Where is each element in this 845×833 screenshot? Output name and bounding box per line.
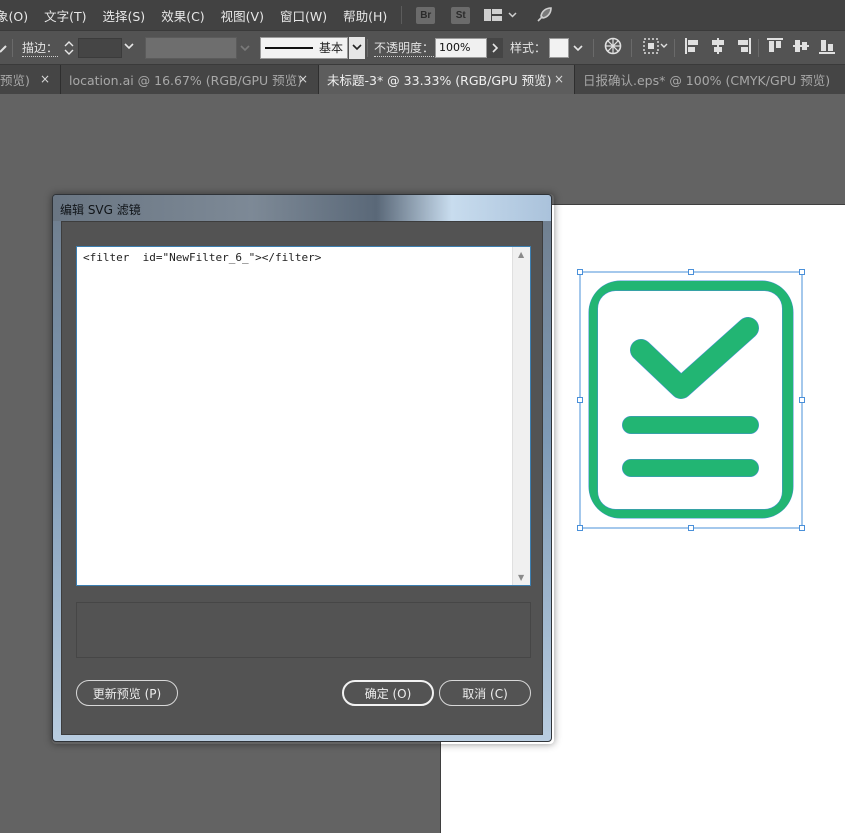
stroke-swatch-edge[interactable] [0, 31, 8, 64]
align-left-icon[interactable] [684, 37, 700, 58]
stroke-label: 描边： [22, 40, 59, 57]
tab-label: 未标题-3* @ 33.33% (RGB/GPU 预览) [327, 73, 552, 88]
ok-button[interactable]: 确定 (O) [342, 680, 434, 706]
tab-location-ai[interactable]: location.ai @ 16.67% (RGB/GPU 预览) × [61, 65, 319, 94]
graphic-style-dropdown-icon[interactable] [573, 41, 583, 55]
align-bottom-icon[interactable] [818, 37, 836, 58]
rocket-icon[interactable] [535, 6, 553, 24]
tab-daily-report-eps[interactable]: 日报确认.eps* @ 100% (CMYK/GPU 预览) [575, 65, 845, 94]
divider [758, 39, 759, 57]
align-vertical-center-icon[interactable] [792, 37, 810, 58]
divider [367, 39, 368, 57]
close-icon[interactable]: × [554, 72, 564, 86]
profile-dropdown-icon[interactable] [240, 41, 250, 55]
editor-scrollbar[interactable]: ▲ ▼ [512, 247, 530, 585]
checklist-icon[interactable] [588, 280, 794, 519]
graphic-style-swatch[interactable] [549, 37, 569, 58]
document-tab-bar: 预览) × location.ai @ 16.67% (RGB/GPU 预览) … [0, 65, 845, 94]
filter-preview-area [76, 602, 531, 658]
divider [674, 39, 675, 57]
dialog-body: <filter id="NewFilter_6_"></filter> ▲ ▼ … [61, 221, 543, 735]
align-horizontal-center-icon[interactable] [710, 37, 726, 58]
tab-document-1[interactable]: 预览) × [0, 65, 61, 94]
menu-object[interactable]: 象(O) [0, 6, 36, 25]
recolor-artwork-icon[interactable] [604, 37, 622, 58]
update-preview-button[interactable]: 更新预览 (P) [76, 680, 178, 706]
tab-label: 日报确认.eps* @ 100% (CMYK/GPU 预览) [583, 73, 831, 88]
stock-button[interactable]: St [451, 6, 471, 24]
menu-select[interactable]: 选择(S) [94, 6, 153, 25]
stroke-weight-input[interactable] [78, 37, 122, 58]
menu-effect[interactable]: 效果(C) [153, 6, 212, 25]
divider [12, 39, 13, 57]
variable-width-profile[interactable] [145, 36, 237, 59]
brush-definition[interactable]: 基本 [260, 36, 348, 59]
menu-window[interactable]: 窗口(W) [272, 6, 335, 25]
style-label: 样式： [510, 41, 547, 55]
selected-artwork[interactable] [570, 264, 815, 539]
filter-code-editor[interactable]: <filter id="NewFilter_6_"></filter> [76, 246, 531, 586]
align-top-icon[interactable] [766, 37, 784, 58]
tab-label: 预览) [0, 73, 30, 88]
menu-view[interactable]: 视图(V) [213, 6, 272, 25]
menu-divider [401, 6, 403, 24]
close-icon[interactable]: × [40, 72, 50, 86]
brush-dropdown-icon[interactable] [349, 36, 365, 59]
align-right-icon[interactable] [736, 37, 752, 58]
menu-type[interactable]: 文字(T) [36, 6, 94, 25]
cancel-button[interactable]: 取消 (C) [439, 680, 531, 706]
menu-help[interactable]: 帮助(H) [335, 6, 395, 25]
tab-untitled-3[interactable]: 未标题-3* @ 33.33% (RGB/GPU 预览) × [319, 65, 575, 94]
control-bar: 描边： 基本 不透明度： 100% 样式： [0, 30, 845, 65]
stroke-weight-dropdown-icon[interactable] [124, 42, 134, 53]
opacity-label: 不透明度： [374, 40, 435, 57]
close-icon[interactable]: × [298, 72, 308, 86]
scroll-down-icon[interactable]: ▼ [518, 573, 524, 582]
divider [593, 39, 594, 57]
chevron-down-icon[interactable] [508, 12, 517, 18]
opacity-flyout-icon[interactable] [487, 37, 503, 58]
menu-bar: 象(O) 文字(T) 选择(S) 效果(C) 视图(V) 窗口(W) 帮助(H)… [0, 0, 845, 30]
dialog-title: 编辑 SVG 滤镜 [60, 203, 141, 217]
scroll-up-icon[interactable]: ▲ [518, 250, 524, 259]
dialog-title-bar[interactable]: 编辑 SVG 滤镜 [53, 195, 551, 221]
workspace-icon[interactable] [484, 9, 503, 21]
tab-label: location.ai @ 16.67% (RGB/GPU 预览) [69, 73, 303, 88]
stroke-weight-stepper[interactable] [63, 31, 75, 64]
divider [631, 39, 632, 57]
edit-svg-filter-dialog: 编辑 SVG 滤镜 <filter id="NewFilter_6_"></fi… [52, 194, 552, 742]
opacity-input[interactable] [435, 37, 487, 58]
brush-name: 基本 [319, 41, 344, 55]
brush-stroke-preview [265, 46, 313, 49]
bridge-button[interactable]: Br [416, 6, 436, 24]
align-to-selection-icon[interactable] [643, 37, 669, 58]
